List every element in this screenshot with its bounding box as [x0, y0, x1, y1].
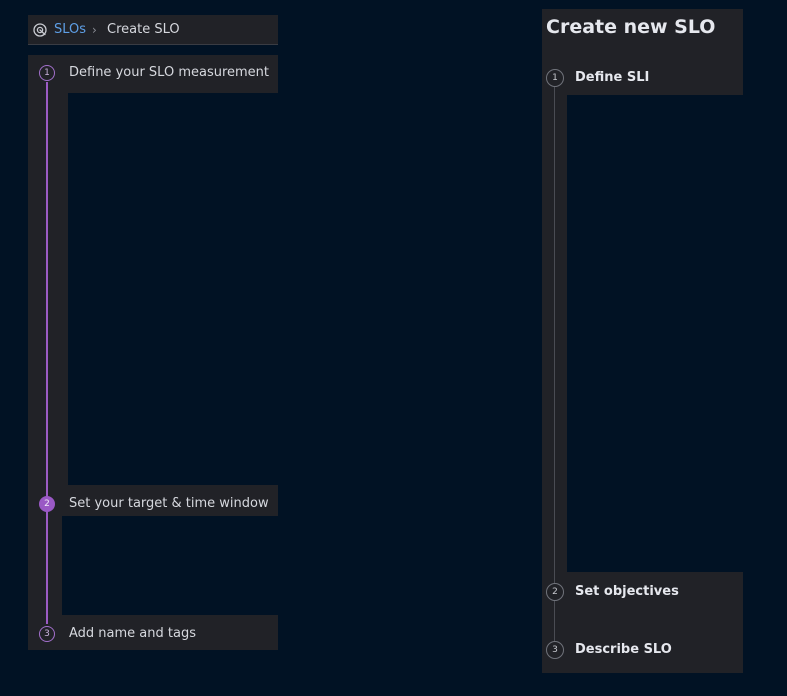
breadcrumb-current: Create SLO — [107, 22, 180, 37]
step-label-set-objectives[interactable]: Set objectives — [575, 584, 679, 600]
page-title: Create new SLO — [546, 16, 716, 38]
step-label-describe-slo[interactable]: Describe SLO — [575, 642, 672, 658]
breadcrumb-link-slos[interactable]: SLOs — [54, 22, 86, 38]
step-rail — [28, 93, 68, 485]
step-number-badge: 3 — [546, 641, 564, 659]
step-connector-line — [46, 82, 48, 624]
step-number-badge: 2 — [546, 583, 564, 601]
step-number-badge: 3 — [39, 626, 55, 642]
step-label: Add name and tags — [69, 626, 196, 641]
step-label: Set your target & time window — [69, 496, 269, 511]
step-rail — [28, 516, 62, 615]
step-number-badge: 1 — [39, 65, 55, 81]
slo-target-icon — [33, 23, 47, 37]
step-label-define-sli[interactable]: Define SLI — [575, 70, 649, 86]
breadcrumb: SLOs › Create SLO — [28, 15, 278, 45]
step-label: Define your SLO measurement — [69, 65, 270, 80]
step-number-badge-active: 2 — [39, 496, 55, 512]
step-number-badge: 1 — [546, 69, 564, 87]
step-connector-line — [554, 84, 555, 644]
chevron-right-icon: › — [92, 23, 97, 37]
